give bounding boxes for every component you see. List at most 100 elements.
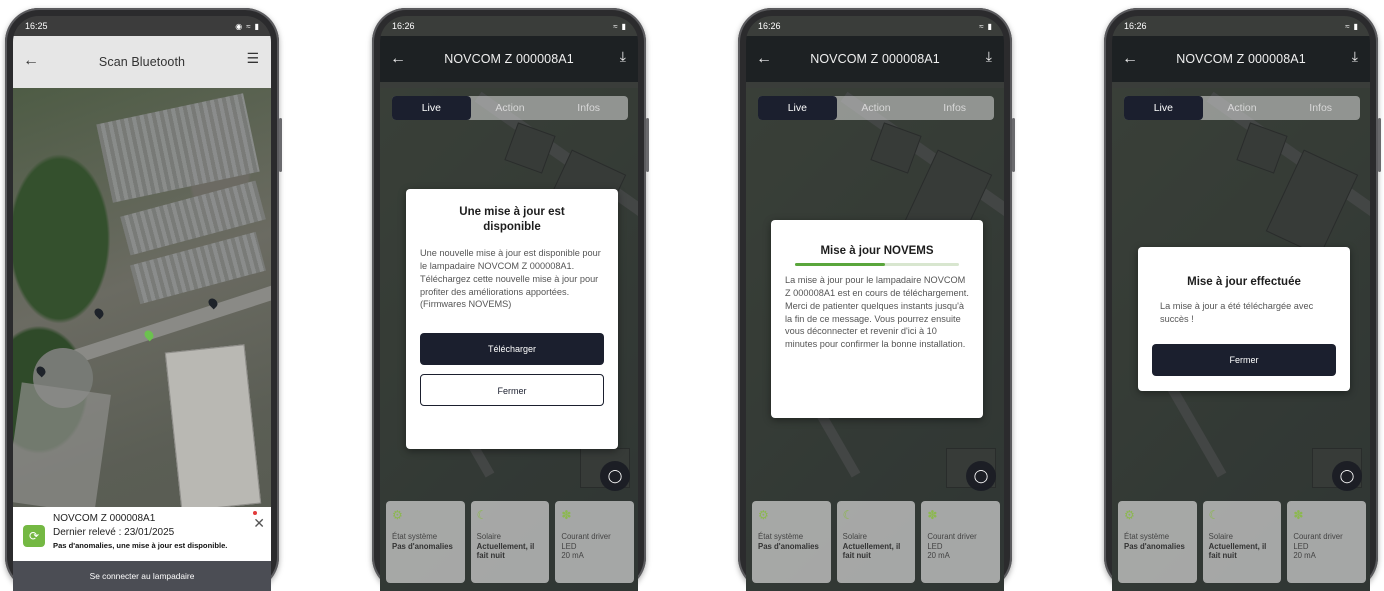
tab-live[interactable]: Live [392, 96, 471, 120]
terrain [13, 382, 111, 514]
page-title: Scan Bluetooth [98, 55, 186, 69]
connect-button[interactable]: Se connecter au lampadaire [13, 561, 271, 591]
status-icons: ◉ ≈ ▮ [235, 22, 259, 31]
tab-infos[interactable]: Infos [915, 96, 994, 120]
app-header: ← NOVCOM Z 000008A1 ⤓ [746, 36, 1004, 82]
info-cards: ⚙ État système Pas d'anomalies ☾ Solaire… [386, 501, 635, 583]
map-pin[interactable] [92, 306, 106, 320]
tab-bar: Live Action Infos [392, 96, 628, 120]
card-label: État système [1124, 532, 1170, 541]
list-icon[interactable]: ☰ [246, 50, 259, 67]
close-icon[interactable]: ✕ [253, 515, 265, 532]
status-bar: 16:25 ◉ ≈ ▮ [13, 16, 271, 36]
card-solar[interactable]: ☾ Solaire Actuellement, il fait nuit [470, 501, 550, 583]
card-system-state[interactable]: ⚙ État système Pas d'anomalies [752, 501, 831, 583]
gear-icon: ⚙ [758, 508, 769, 522]
tab-action[interactable]: Action [471, 96, 550, 120]
card-solar[interactable]: ☾ Solaire Actuellement, il fait nuit [1202, 501, 1282, 583]
card-value: Actuellement, il fait nuit [1208, 541, 1267, 561]
status-icons: ≈ ▮ [979, 22, 992, 31]
gear-icon: ⚙ [392, 508, 403, 522]
tab-bar: Live Action Infos [1124, 96, 1360, 120]
status-time: 16:25 [25, 21, 48, 31]
tab-live[interactable]: Live [1124, 96, 1203, 120]
card-label: État système [758, 532, 804, 541]
card-driver-current[interactable]: ✽ Courant driver LED 20 mA [921, 501, 1001, 583]
device-name: NOVCOM Z 000008A1 [53, 513, 156, 524]
screen: 16:26 ≈ ▮ ← NOVCOM Z 000008A1 ⤓ Live Acti… [746, 16, 1004, 591]
card-label: Solaire [476, 532, 501, 541]
dialog-body: La mise à jour a été téléchargée avec su… [1160, 300, 1314, 324]
page-title: NOVCOM Z 000008A1 [444, 52, 574, 66]
app-header: ← NOVCOM Z 000008A1 ⤓ [1112, 36, 1370, 82]
close-button[interactable]: Fermer [1152, 343, 1336, 376]
phone-scan-bluetooth: 16:25 ◉ ≈ ▮ ← Scan Bluetooth ☰ ⟳ NOVCOM … [5, 8, 282, 591]
page-title: NOVCOM Z 000008A1 [1176, 52, 1306, 66]
card-system-state[interactable]: ⚙ État système Pas d'anomalies [386, 501, 465, 583]
status-bar: 16:26 ≈ ▮ [380, 16, 638, 36]
status-icons: ≈ ▮ [613, 22, 626, 31]
card-label: Solaire [842, 532, 867, 541]
wifi-icon: ≈ [1345, 21, 1350, 31]
bulb-icon: ✽ [561, 508, 572, 522]
tab-action[interactable]: Action [837, 96, 916, 120]
card-label: Courant driver [1293, 532, 1343, 541]
gear-icon: ⚙ [1124, 508, 1135, 522]
tab-live[interactable]: Live [758, 96, 837, 120]
screen: 16:25 ◉ ≈ ▮ ← Scan Bluetooth ☰ ⟳ NOVCOM … [13, 16, 271, 591]
download-progress-bar [795, 262, 959, 266]
card-label: Courant driver [927, 532, 977, 541]
tab-infos[interactable]: Infos [1281, 96, 1360, 120]
card-value: Pas d'anomalies [392, 541, 453, 551]
dialog-body: La mise à jour pour le lampadaire NOVCOM… [785, 274, 969, 350]
signal-icon: ▮ [621, 21, 626, 31]
headset-icon[interactable]: ◯ [600, 461, 630, 491]
card-value-2: 20 mA [1293, 551, 1316, 561]
download-icon[interactable]: ⤓ [986, 48, 992, 65]
update-available-dialog: Une mise à jour est disponible Une nouve… [406, 189, 618, 449]
tab-action[interactable]: Action [1203, 96, 1282, 120]
phone-update-done: 16:26 ≈ ▮ ← NOVCOM Z 000008A1 ⤓ Live Acti… [1104, 8, 1381, 591]
headset-icon[interactable]: ◯ [966, 461, 996, 491]
back-arrow-icon[interactable]: ← [390, 50, 406, 68]
download-icon[interactable]: ⤓ [620, 48, 626, 65]
device-info: NOVCOM Z 000008A1 Dernier relevé : 23/01… [53, 513, 227, 550]
wifi-icon: ≈ [979, 21, 984, 31]
download-button[interactable]: Télécharger [420, 333, 604, 366]
last-reading: Dernier relevé : 23/01/2025 [53, 526, 175, 538]
app-header: ← Scan Bluetooth ☰ [13, 36, 271, 88]
moon-icon: ☾ [842, 508, 854, 522]
signal-icon: ▮ [987, 21, 992, 31]
dialog-body: Une nouvelle mise à jour est disponible … [420, 247, 601, 310]
status-time: 16:26 [392, 21, 415, 31]
bulb-icon: ✽ [1293, 508, 1304, 522]
download-icon[interactable]: ⤓ [1352, 48, 1358, 65]
page-title: NOVCOM Z 000008A1 [810, 52, 940, 66]
signal-icon: ▮ [254, 21, 259, 31]
card-system-state[interactable]: ⚙ État système Pas d'anomalies [1118, 501, 1197, 583]
card-value-2: 20 mA [561, 551, 584, 561]
wifi-icon: ≈ [246, 21, 251, 31]
device-card[interactable]: ⟳ NOVCOM Z 000008A1 Dernier relevé : 23/… [13, 507, 271, 567]
card-value: LED [561, 541, 577, 551]
tab-bar: Live Action Infos [758, 96, 994, 120]
status-bar: 16:26 ≈ ▮ [746, 16, 1004, 36]
status-time: 16:26 [1124, 21, 1147, 31]
back-arrow-icon[interactable]: ← [1122, 50, 1138, 68]
bulb-icon: ✽ [927, 508, 938, 522]
screen: 16:26 ≈ ▮ ← NOVCOM Z 000008A1 ⤓ Live Acti… [380, 16, 638, 591]
phone-update-available: 16:26 ≈ ▮ ← NOVCOM Z 000008A1 ⤓ Live Acti… [372, 8, 649, 591]
card-value-2: 20 mA [927, 551, 950, 561]
tab-infos[interactable]: Infos [549, 96, 628, 120]
card-driver-current[interactable]: ✽ Courant driver LED 20 mA [1287, 501, 1367, 583]
close-button[interactable]: Fermer [420, 374, 604, 407]
app-header: ← NOVCOM Z 000008A1 ⤓ [380, 36, 638, 82]
back-arrow-icon[interactable]: ← [756, 50, 772, 68]
card-solar[interactable]: ☾ Solaire Actuellement, il fait nuit [836, 501, 916, 583]
card-value: Actuellement, il fait nuit [476, 541, 535, 561]
status-icons: ≈ ▮ [1345, 22, 1358, 31]
back-arrow-icon[interactable]: ← [23, 52, 39, 70]
card-driver-current[interactable]: ✽ Courant driver LED 20 mA [555, 501, 635, 583]
wifi-icon: ≈ [613, 21, 618, 31]
headset-icon[interactable]: ◯ [1332, 461, 1362, 491]
